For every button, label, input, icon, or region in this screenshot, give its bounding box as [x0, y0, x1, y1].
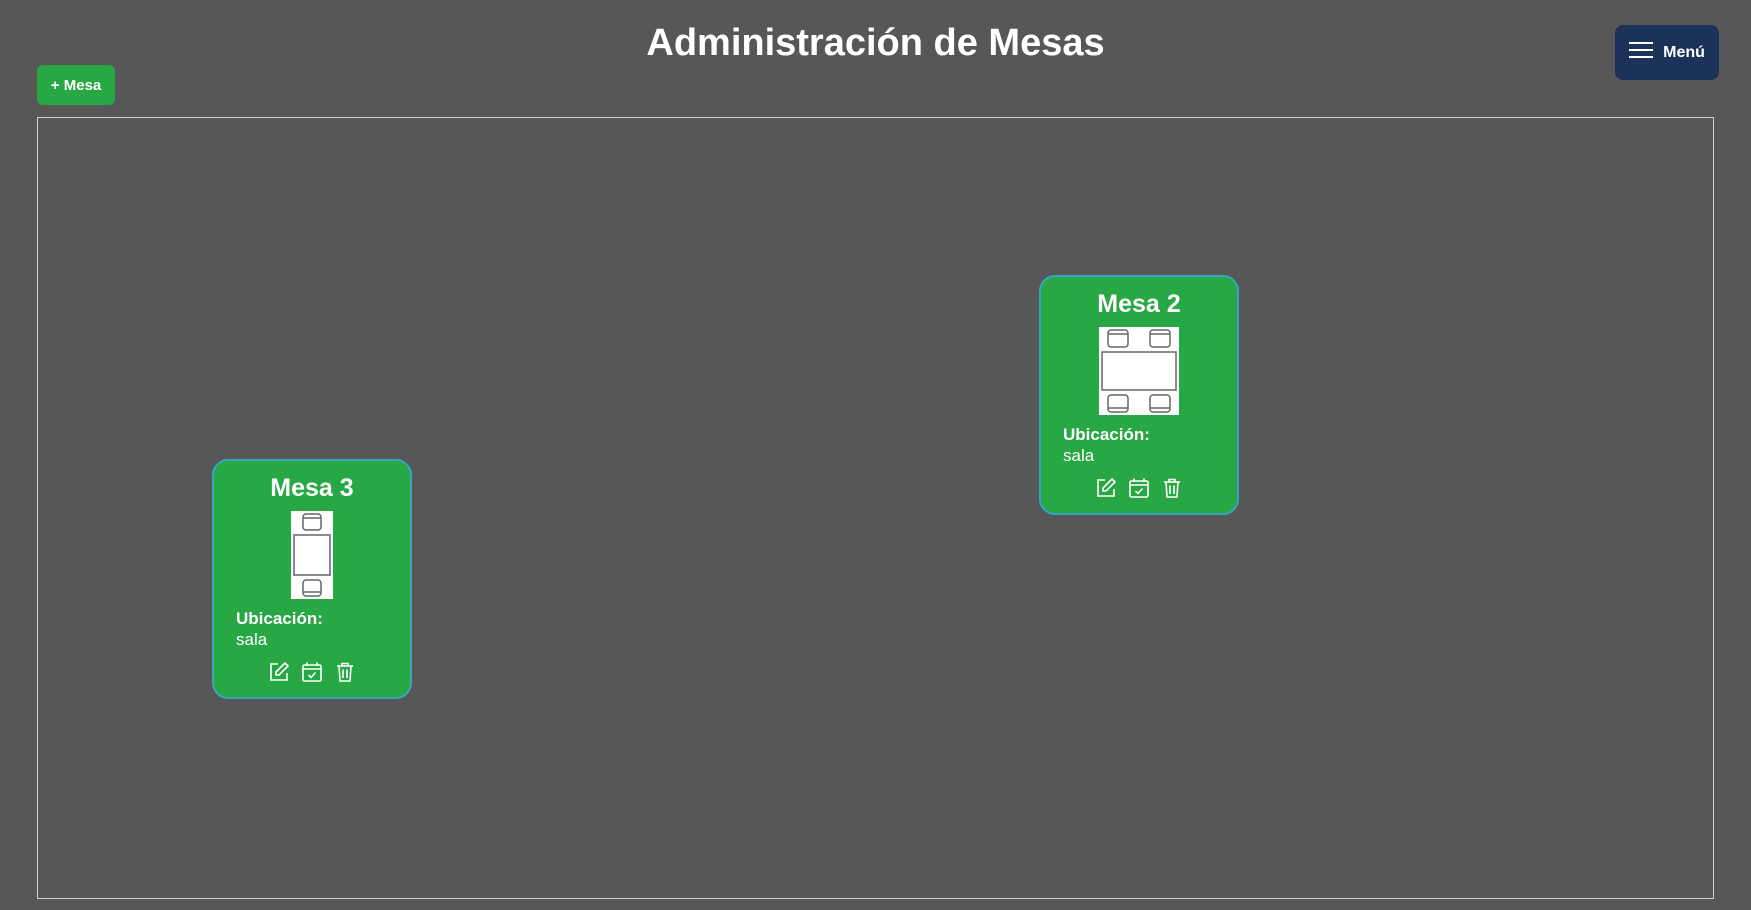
table-name: Mesa 2	[1097, 290, 1181, 318]
location-label: Ubicación:	[1063, 425, 1150, 444]
edit-icon[interactable]	[1095, 477, 1117, 499]
hamburger-icon	[1629, 40, 1654, 65]
menu-button[interactable]: Menú	[1615, 25, 1719, 80]
menu-label: Menú	[1663, 43, 1705, 61]
page-title: Administración de Mesas	[646, 22, 1105, 64]
floor-plan-area: Mesa 3 Ubicación: sala Mesa 2 Ubicación:…	[37, 117, 1714, 899]
location-label: Ubicación:	[236, 609, 323, 628]
trash-icon[interactable]	[1161, 477, 1183, 499]
calendar-check-icon[interactable]	[1128, 477, 1150, 499]
location-value: sala	[236, 630, 268, 649]
table-2-seats-icon	[291, 511, 333, 599]
add-table-button[interactable]: + Mesa	[37, 65, 115, 105]
table-card[interactable]: Mesa 3 Ubicación: sala	[212, 459, 412, 699]
table-name: Mesa 3	[270, 474, 354, 502]
table-card[interactable]: Mesa 2 Ubicación: sala	[1039, 275, 1239, 515]
calendar-check-icon[interactable]	[301, 661, 323, 683]
table-4-seats-icon	[1099, 327, 1179, 415]
edit-icon[interactable]	[268, 661, 290, 683]
location-value: sala	[1063, 446, 1095, 465]
trash-icon[interactable]	[334, 661, 356, 683]
